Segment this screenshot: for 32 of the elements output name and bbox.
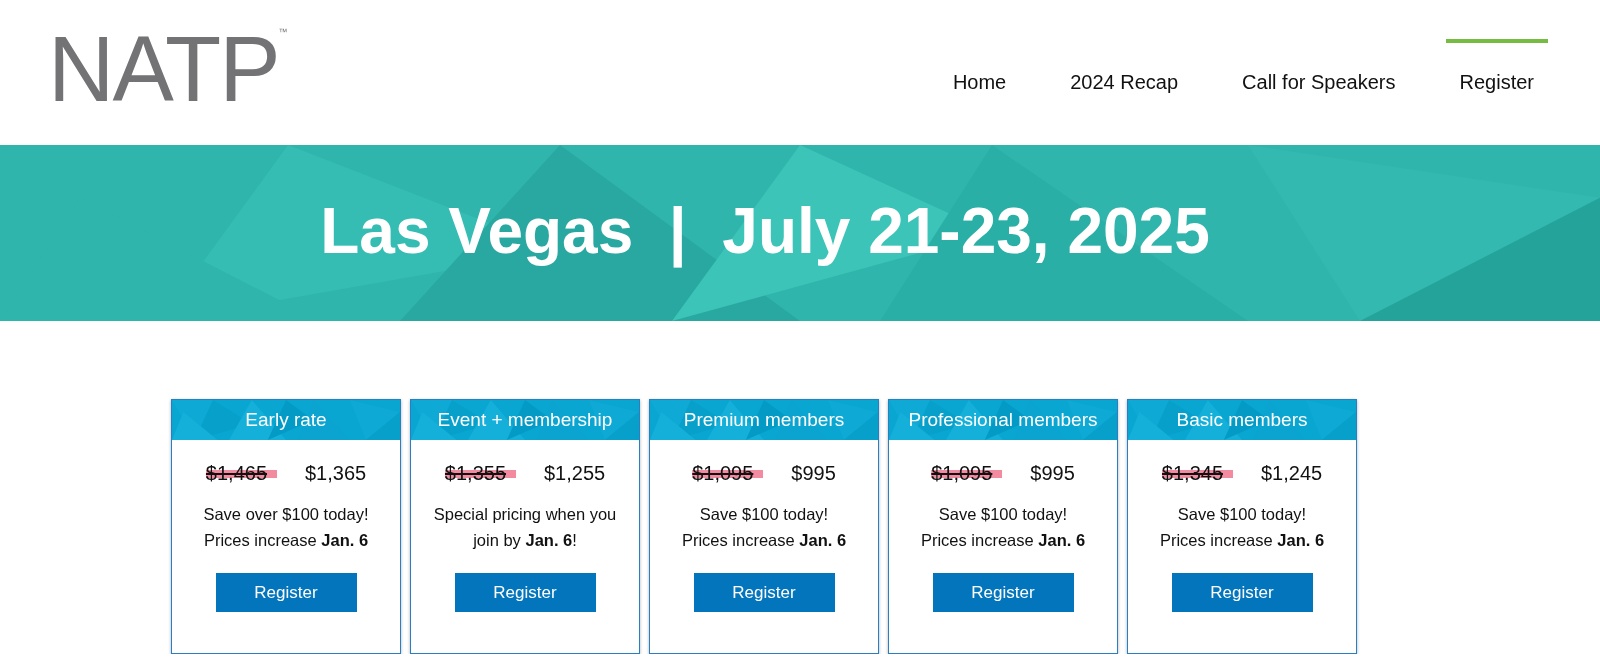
register-button[interactable]: Register (1171, 573, 1313, 612)
plan-title: Event + membership (437, 409, 613, 431)
nav-link[interactable]: 2024 Recap (1070, 39, 1179, 94)
trademark-symbol: ™ (278, 26, 288, 37)
old-price: $1,345 (1161, 462, 1233, 485)
register-button[interactable]: Register (932, 573, 1074, 612)
price: $995 (1030, 462, 1075, 485)
plan-description: Special pricing when you join by Jan. 6! (433, 504, 617, 551)
price: $1,255 (544, 462, 606, 485)
nav-link[interactable]: Call for Speakers (1242, 39, 1396, 94)
old-price: $1,465 (205, 462, 277, 485)
plan-title: Premium members (683, 409, 845, 431)
plan-description: Save $100 today! Prices increase Jan. 6 (681, 504, 847, 551)
plan-title: Basic members (1176, 409, 1308, 431)
price: $995 (791, 462, 836, 485)
plan-title: Early rate (245, 409, 327, 431)
plan-description: Save over $100 today! Prices increase Jan. 6 (203, 504, 369, 551)
nav-link[interactable]: Home (952, 39, 1007, 94)
price: $1,245 (1261, 462, 1323, 485)
plan-title: Professional members (908, 409, 1098, 431)
register-button[interactable]: Register (215, 573, 357, 612)
plan-description: Save $100 today! Prices increase Jan. 6 (1159, 504, 1325, 551)
old-price: $1,095 (931, 462, 1003, 485)
plan-description: Save $100 today! Prices increase Jan. 6 (920, 504, 1086, 551)
register-button[interactable]: Register (454, 573, 596, 612)
price: $1,365 (305, 462, 367, 485)
nav-link[interactable]: Register (1445, 39, 1548, 94)
old-price: $1,095 (692, 462, 764, 485)
banner-title: Las Vegas | July 21-23, 2025 (320, 194, 1210, 268)
logo-text: NATP (48, 22, 279, 115)
register-button[interactable]: Register (693, 573, 835, 612)
old-price: $1,355 (444, 462, 516, 485)
